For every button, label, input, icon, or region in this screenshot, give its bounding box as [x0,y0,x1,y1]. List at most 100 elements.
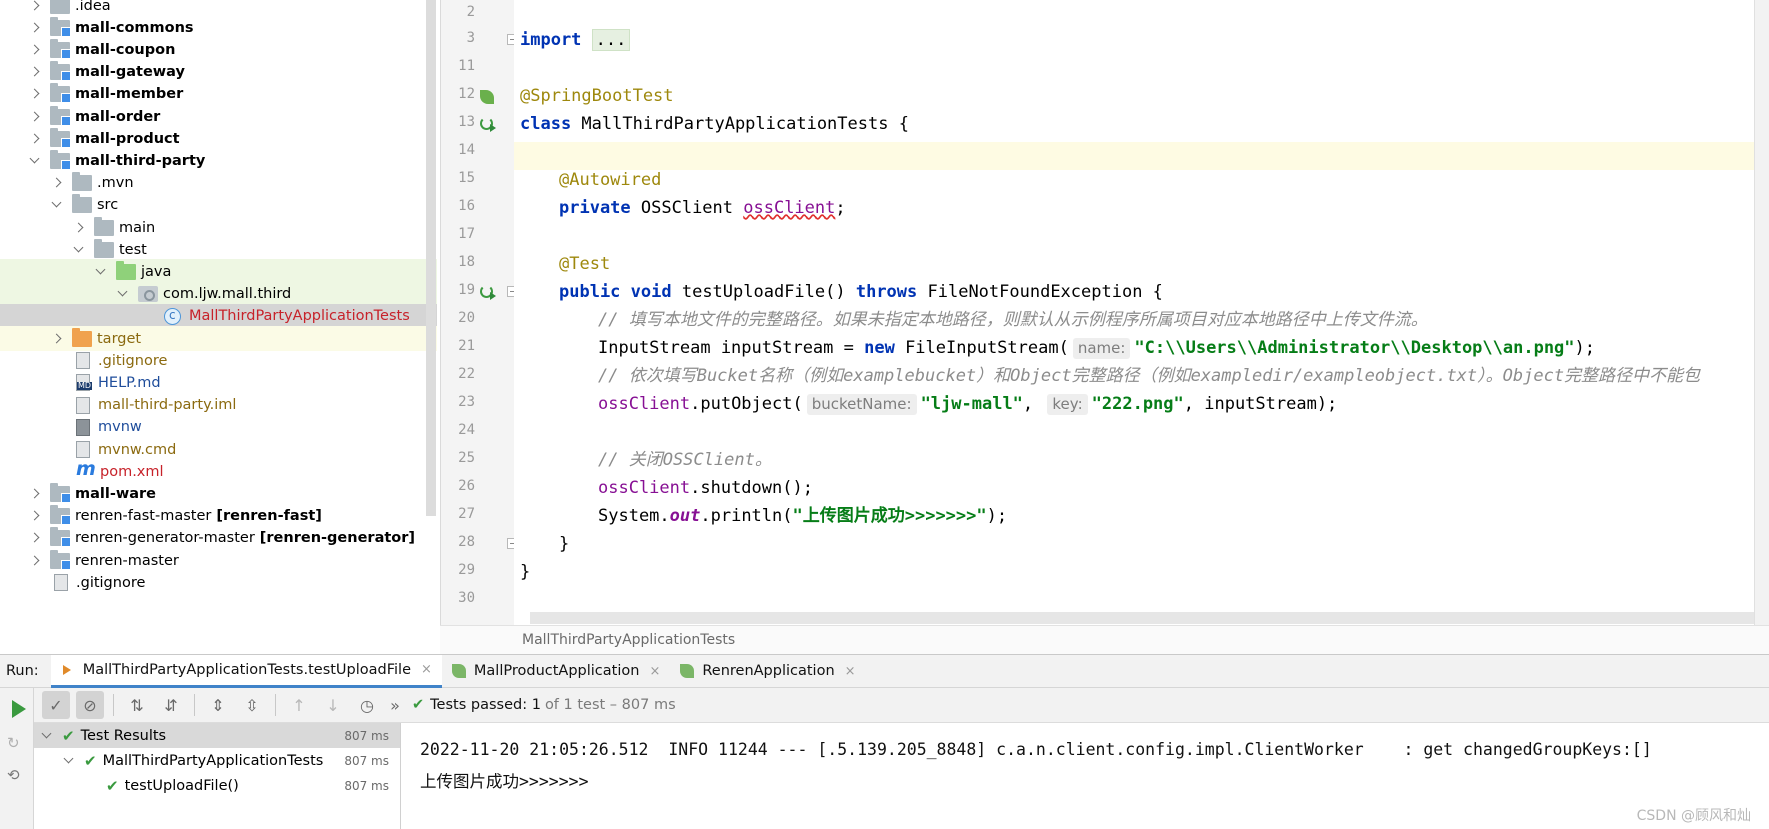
line-number: 15 [458,170,475,186]
chevron-right-icon[interactable] [50,332,64,346]
text-file-icon [76,441,90,458]
chevron-right-icon[interactable] [28,110,42,124]
project-tree-scrollbar[interactable] [426,0,436,516]
markdown-file-icon [76,374,93,392]
chevron-right-icon[interactable] [28,21,42,35]
parameter-hint: key: [1047,394,1088,415]
chevron-down-icon[interactable] [72,243,86,257]
chevron-right-icon[interactable] [50,176,64,190]
code-line-28: } [559,534,570,554]
previous-failed-icon[interactable]: ↑ [285,691,313,719]
toggle-auto-test-icon[interactable]: ⟲ [7,766,27,786]
rerun-icon[interactable] [12,700,26,718]
close-icon[interactable]: × [649,664,660,679]
chevron-down-icon[interactable] [40,729,54,743]
code-text: FileNotFoundException { [917,282,1163,302]
show-ignored-icon[interactable]: ⊘ [76,691,104,719]
chevron-down-icon[interactable] [62,754,76,768]
breadcrumb[interactable]: MallThirdPartyApplicationTests [440,625,1769,654]
code-line-21: InputStream inputStream = new FileInputS… [598,334,1595,362]
editor-vertical-scrollbar[interactable] [1754,0,1769,625]
chevron-down-icon[interactable] [50,198,64,212]
line-number: 27 [458,506,475,522]
module-folder-icon [50,127,71,148]
chevron-right-icon[interactable] [28,65,42,79]
chevron-down-icon[interactable] [116,287,130,301]
sort-alphabetically-icon[interactable]: ⇅ [123,691,151,719]
rerun-failed-icon[interactable]: ↻ [7,734,27,754]
line-number: 17 [458,226,475,242]
run-test-method-icon[interactable] [480,285,496,300]
chevron-right-icon[interactable] [28,0,42,13]
tree-item-label: mall-member [75,86,184,103]
chevron-right-icon[interactable] [28,509,42,523]
chevron-down-icon[interactable] [28,154,42,168]
test-history-icon[interactable]: ◷ [353,691,381,719]
string-literal: "C:\\Users\\Administrator\\Desktop\\an.p… [1134,338,1575,358]
tree-item[interactable]: .gitignore [0,570,437,595]
chevron-right-icon[interactable] [28,487,42,501]
line-number: 26 [458,478,475,494]
test-tree-root[interactable]: ✔ Test Results 807 ms [34,723,400,748]
spring-boot-icon [680,664,695,678]
chevron-right-icon[interactable] [72,221,86,235]
collapse-all-icon[interactable]: ⇳ [238,691,266,719]
run-tab-product[interactable]: MallProductApplication × [442,655,670,688]
console-output[interactable]: 2022-11-20 21:05:26.512 INFO 11244 --- [… [402,723,1769,829]
keyword: private [559,198,631,218]
spring-bean-icon[interactable] [480,90,494,104]
folded-imports[interactable]: ... [591,29,631,51]
tree-item-label: renren-master [75,552,179,569]
module-folder-icon [50,16,71,37]
code-editor[interactable]: import ... @SpringBootTest class MallThi… [514,0,1754,625]
tree-item-label: target [97,330,142,347]
test-tree-method[interactable]: ✔ testUploadFile() 807 ms [34,773,400,798]
run-test-class-icon[interactable] [480,117,496,132]
passed-check-icon: ✔ [106,776,119,795]
tree-item-label: mvnw [98,419,142,436]
show-passed-icon[interactable]: ✓ [42,691,70,719]
tree-item-label: mall-order [75,108,161,125]
module-folder-icon [50,482,71,503]
line-number: 20 [458,310,475,326]
code-text: InputStream inputStream = [598,338,865,358]
next-failed-icon[interactable]: ↓ [319,691,347,719]
tree-item-label: .mvn [97,175,134,192]
run-config-icon [61,663,75,677]
editor-horizontal-scrollbar[interactable] [530,612,1760,624]
close-icon[interactable]: × [421,662,432,677]
tests-status: ✔ Tests passed: 1 of 1 test – 807 ms [412,697,676,713]
code-line-13: class MallThirdPartyApplicationTests { [520,110,909,138]
keyword: class [520,114,572,134]
tree-item-label: main [119,219,156,236]
expand-all-icon[interactable]: ⇕ [204,691,232,719]
tree-item-module-suffix: [renren-generator] [259,530,416,547]
tree-item-label: mvnw.cmd [98,441,177,458]
run-tab-test[interactable]: MallThirdPartyApplicationTests.testUploa… [50,654,442,688]
test-duration: 807 ms [344,753,389,768]
tree-item-label: java [141,263,172,280]
chevron-right-icon[interactable] [28,531,42,545]
code-text: ); [1574,338,1596,358]
chevron-right-icon[interactable] [28,132,42,146]
sort-by-duration-icon[interactable]: ⇵ [157,691,185,719]
toolbar-separator [194,694,195,716]
code-line-26: ossClient.shutdown(); [598,474,813,502]
close-icon[interactable]: × [845,664,856,679]
chevron-down-icon[interactable] [94,265,108,279]
chevron-right-icon[interactable] [28,43,42,57]
field-name: ossClient [598,478,691,498]
more-tools-icon[interactable]: » [387,691,403,719]
chevron-right-icon[interactable] [28,87,42,101]
parameter-hint: name: [1072,338,1131,359]
code-text: testUploadFile() [671,282,856,302]
run-tab-renren[interactable]: RenrenApplication × [670,655,865,688]
test-tree-class[interactable]: ✔ MallThirdPartyApplicationTests 807 ms [34,748,400,773]
folder-icon [72,194,92,214]
module-folder-icon [50,105,71,126]
module-folder-icon [50,527,71,548]
code-line-27: System.out.println("上传图片成功>>>>>>>"); [598,502,1007,530]
tree-item-label: renren-fast-master [75,508,212,525]
field-name: ossClient [598,394,691,414]
chevron-right-icon[interactable] [28,554,42,568]
